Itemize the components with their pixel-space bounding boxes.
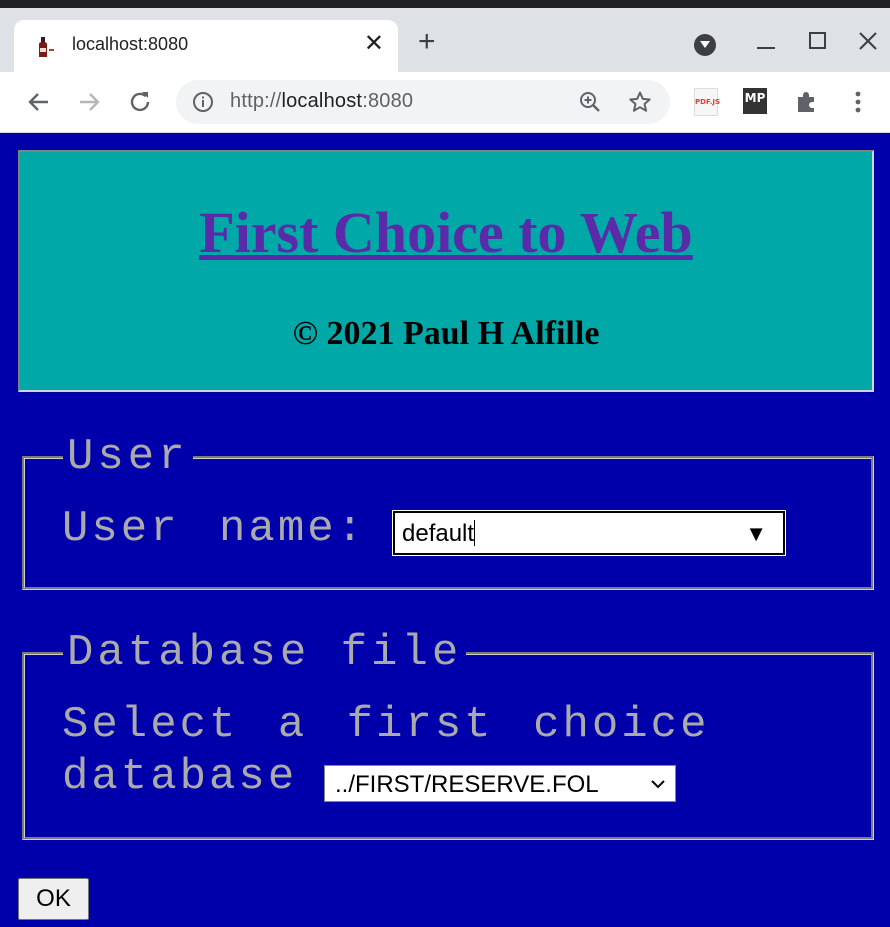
- tab-search-icon[interactable]: [694, 34, 716, 56]
- tab-strip: localhost:8080 ✕ +: [0, 8, 890, 72]
- url-scheme: http://: [230, 90, 282, 112]
- database-selected-value: ../FIRST/RESERVE.FOL: [335, 771, 599, 798]
- chrome-divider: [0, 132, 890, 133]
- window-close-icon[interactable]: [857, 30, 879, 52]
- back-arrow-icon[interactable]: [26, 89, 52, 115]
- url-host: localhost: [281, 90, 363, 112]
- copyright-text: © 2021 Paul H Alfille: [292, 315, 600, 352]
- user-name-input[interactable]: default: [402, 520, 476, 548]
- user-name-label: User name:: [62, 504, 367, 554]
- reload-icon[interactable]: [127, 89, 153, 115]
- user-legend: User: [67, 432, 189, 482]
- dropdown-triangle-icon[interactable]: ▼: [745, 521, 767, 547]
- forward-arrow-icon[interactable]: [76, 89, 102, 115]
- minimize-icon[interactable]: [755, 30, 777, 52]
- browser-menu-icon[interactable]: [847, 89, 869, 115]
- site-info-icon[interactable]: [192, 91, 214, 113]
- close-tab-icon[interactable]: ✕: [364, 28, 384, 60]
- url-text: http://localhost:8080: [230, 90, 413, 113]
- pdfjs-extension-icon[interactable]: PDF.JS: [694, 88, 720, 116]
- database-label-line2: database: [62, 752, 298, 802]
- header-banner: First Choice to Web © 2021 Paul H Alfill…: [18, 150, 874, 392]
- new-tab-icon[interactable]: +: [418, 24, 436, 60]
- chevron-down-icon[interactable]: [649, 775, 667, 793]
- extensions-puzzle-icon[interactable]: [794, 89, 820, 115]
- url-port: :8080: [362, 90, 414, 112]
- text-cursor: [474, 520, 476, 546]
- database-legend: Database file: [67, 628, 463, 678]
- database-label-line1: Select a first choice: [62, 700, 710, 750]
- bookmark-star-icon[interactable]: [628, 90, 652, 114]
- zoom-icon[interactable]: [578, 90, 602, 114]
- ok-button[interactable]: OK: [18, 878, 89, 920]
- user-name-value: default: [402, 520, 475, 547]
- maximize-icon[interactable]: [807, 30, 829, 52]
- browser-toolbar: http://localhost:8080 PDF.JS MP: [0, 72, 890, 132]
- browser-tab[interactable]: localhost:8080 ✕: [14, 20, 398, 72]
- mp-extension-icon[interactable]: MP: [743, 88, 767, 114]
- user-name-combobox[interactable]: default ▼: [392, 510, 786, 556]
- tab-title: localhost:8080: [72, 34, 189, 54]
- address-bar[interactable]: http://localhost:8080: [176, 80, 670, 124]
- page-title-link[interactable]: First Choice to Web: [20, 198, 872, 268]
- wine-bottle-favicon-icon: [39, 37, 54, 57]
- os-title-bar: [0, 0, 890, 8]
- database-select[interactable]: ../FIRST/RESERVE.FOL: [324, 765, 676, 802]
